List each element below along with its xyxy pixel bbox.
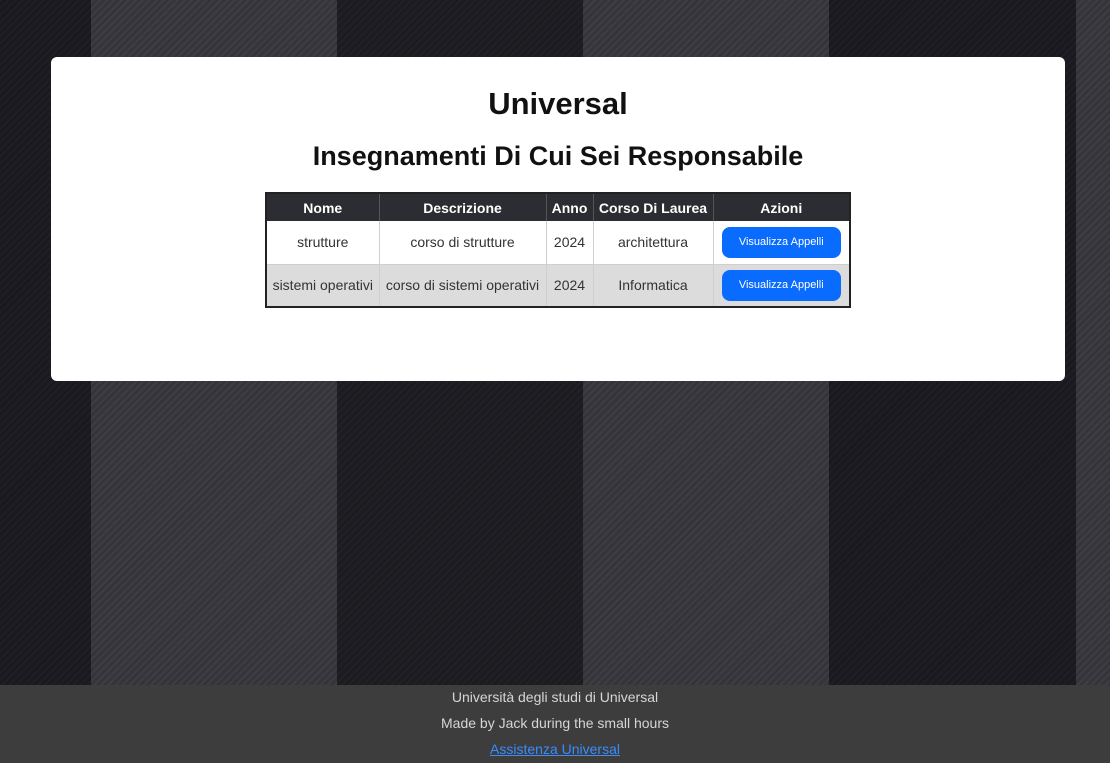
courses-table-wrapper: Nome Descrizione Anno Corso Di Laurea Az… (51, 192, 1065, 308)
main-card: Universal Insegnamenti Di Cui Sei Respon… (51, 57, 1065, 381)
column-header-descrizione: Descrizione (379, 193, 547, 221)
column-header-corso: Corso Di Laurea (593, 193, 714, 221)
footer-credit: Made by Jack during the small hours (441, 715, 669, 731)
column-header-anno: Anno (546, 193, 594, 221)
cell-descrizione: corso di strutture (379, 221, 547, 265)
cell-descrizione: corso di sistemi operativi (379, 264, 547, 308)
column-header-azioni: Azioni (713, 193, 851, 221)
support-link[interactable]: Assistenza Universal (490, 741, 620, 757)
column-header-nome: Nome (266, 193, 380, 221)
visualizza-appelli-button[interactable]: Visualizza Appelli (721, 269, 841, 301)
cell-nome: strutture (266, 221, 380, 265)
cell-corso: Informatica (593, 264, 714, 308)
courses-table: Nome Descrizione Anno Corso Di Laurea Az… (265, 192, 851, 308)
footer-university: Università degli studi di Universal (451, 689, 659, 705)
table-header-row: Nome Descrizione Anno Corso Di Laurea Az… (266, 193, 851, 221)
cell-nome: sistemi operativi (266, 264, 380, 308)
cell-corso: architettura (593, 221, 714, 265)
page-title: Insegnamenti Di Cui Sei Responsabile (312, 141, 804, 171)
cell-anno: 2024 (546, 264, 594, 308)
cell-azioni: Visualizza Appelli (713, 264, 851, 308)
visualizza-appelli-button[interactable]: Visualizza Appelli (721, 226, 841, 258)
brand-title: Universal (488, 86, 628, 121)
page-footer: Università degli studi di Universal Made… (0, 685, 1110, 763)
table-row: sistemi operativi corso di sistemi opera… (266, 264, 851, 308)
cell-azioni: Visualizza Appelli (713, 221, 851, 265)
table-row: strutture corso di strutture 2024 archit… (266, 221, 851, 265)
cell-anno: 2024 (546, 221, 594, 265)
